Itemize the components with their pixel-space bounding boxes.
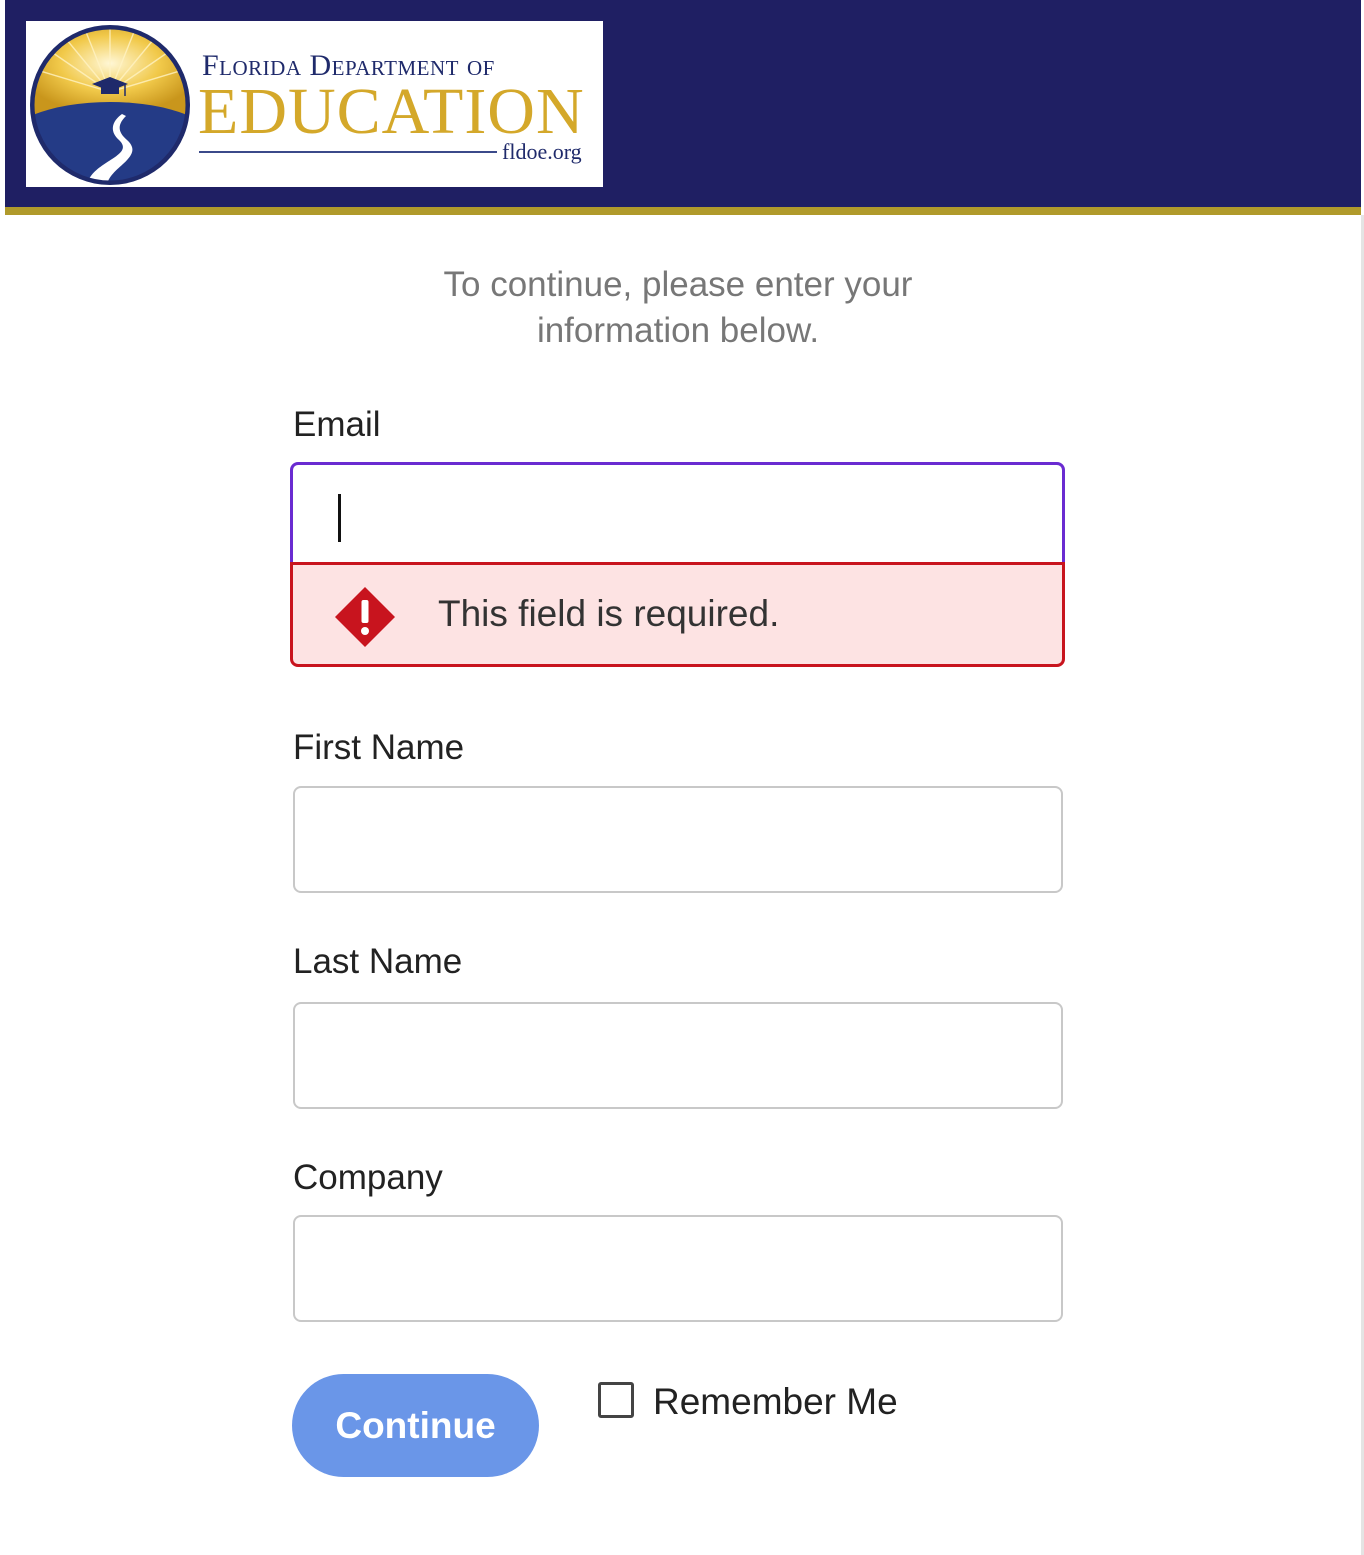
company-field[interactable] xyxy=(293,1215,1063,1322)
page: Florida Department of EDUCATION fldoe.or… xyxy=(0,0,1364,1555)
first-name-label: First Name xyxy=(293,728,465,767)
continue-button[interactable]: Continue xyxy=(292,1374,539,1477)
intro-text: To continue, please enter your informati… xyxy=(443,265,913,350)
email-label: Email xyxy=(293,405,381,444)
fldoe-logo[interactable]: Florida Department of EDUCATION fldoe.or… xyxy=(26,21,603,187)
logo-rule xyxy=(199,151,497,153)
logo-seal-icon xyxy=(30,25,190,185)
checkbox-unchecked-icon[interactable] xyxy=(598,1382,634,1418)
last-name-input[interactable] xyxy=(315,1024,1035,1086)
email-error-message: This field is required. xyxy=(290,562,1065,667)
email-input[interactable] xyxy=(333,483,1033,543)
header-stripe xyxy=(5,207,1361,215)
email-error-text: This field is required. xyxy=(438,593,780,634)
company-input[interactable] xyxy=(315,1237,1035,1299)
text-caret xyxy=(338,494,341,542)
last-name-field[interactable] xyxy=(293,1002,1063,1109)
alert-diamond-icon xyxy=(335,587,395,647)
logo-url: fldoe.org xyxy=(502,139,582,164)
logo-line2: EDUCATION xyxy=(198,75,585,148)
first-name-field[interactable] xyxy=(293,786,1063,893)
first-name-input[interactable] xyxy=(315,808,1035,870)
remember-me-label[interactable]: Remember Me xyxy=(653,1380,898,1424)
email-field[interactable] xyxy=(290,462,1065,562)
last-name-label: Last Name xyxy=(293,942,463,981)
company-label: Company xyxy=(293,1158,443,1197)
email-field-group: This field is required. xyxy=(290,462,1065,670)
